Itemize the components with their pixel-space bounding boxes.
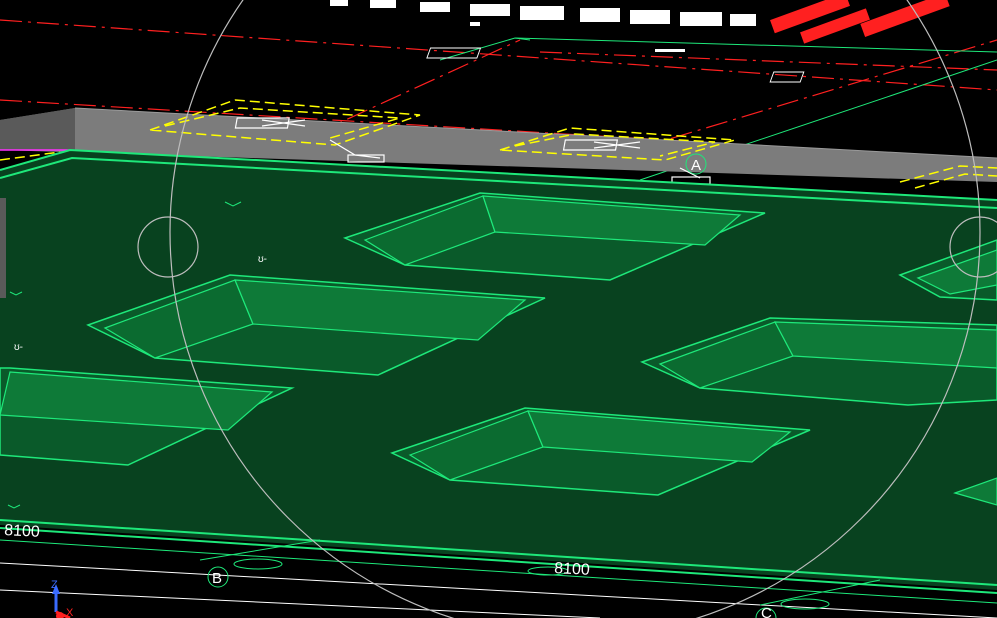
grid-label-a: A (691, 157, 701, 174)
svg-text:ʊ-: ʊ- (258, 254, 267, 265)
svg-text:ʊ-: ʊ- (14, 342, 23, 353)
dimension-bottom: 8100 (554, 560, 591, 579)
grid-label-b: B (212, 570, 222, 587)
axis-x-label: X (66, 607, 74, 618)
grid-label-c: C (761, 605, 772, 618)
dimension-left: 8100 (4, 522, 41, 541)
3d-model-viewport[interactable]: ▬▬▬ ʊ- ʊ- A B C 8100 8100 Z X (0, 0, 997, 618)
left-edge-panel[interactable] (0, 198, 6, 298)
axis-z-label: Z (51, 579, 58, 591)
upper-small-text: ▬▬▬ (655, 44, 685, 55)
